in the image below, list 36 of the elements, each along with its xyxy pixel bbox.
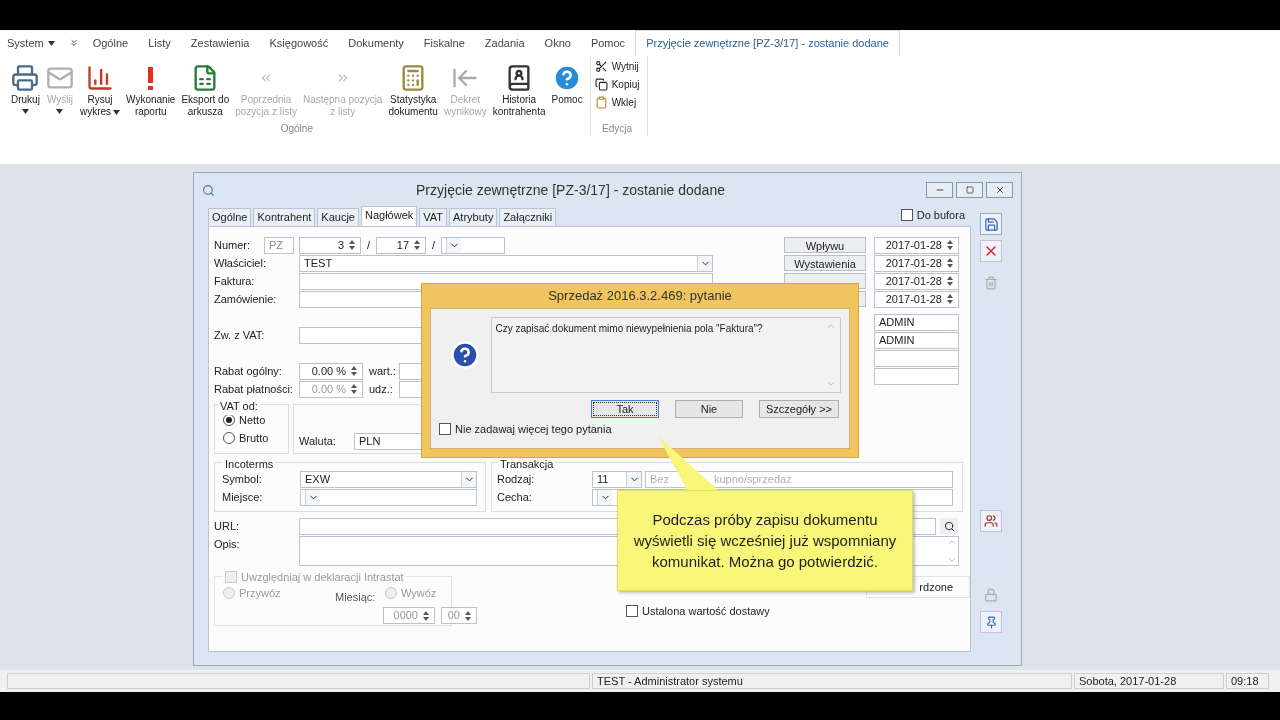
checkbox-label: Ustalona wartość dostawy	[642, 604, 770, 619]
field-label: Właściciel:	[214, 255, 267, 271]
field-label: wart.:	[369, 363, 397, 379]
field-label: Symbol:	[222, 471, 263, 487]
checkbox-label: Do bufora	[916, 207, 965, 223]
field-label: Rabat ogólny:	[214, 363, 283, 379]
field-label: Numer:	[214, 237, 252, 253]
callout-text: Podczas próby zapisu dokumentu wyświetli się wcześniej już wspomniany komunikat. Można go potwierdzić.	[632, 510, 898, 572]
checkbox-label: rdzone	[919, 579, 953, 595]
dialog-title: Sprzedaż 2016.3.2.469: pytanie	[548, 287, 732, 306]
field-label: Zw. z VAT:	[214, 327, 266, 343]
field-label: Rabat płatności:	[214, 381, 294, 397]
checkbox-label: Uwzględniaj w deklaracji Intrastat	[241, 570, 404, 585]
field-label: Faktura:	[214, 273, 256, 289]
radio-label: Brutto	[239, 430, 269, 446]
field-label: Opis:	[214, 537, 241, 552]
field-label: Miesiąc:	[335, 590, 376, 605]
separator: /	[367, 237, 371, 253]
field-label: Rodzaj:	[497, 471, 536, 487]
group-label: Ogólne	[279, 122, 314, 136]
field-label: URL:	[214, 518, 241, 534]
field-label: udz.:	[369, 381, 394, 397]
group-label: Edycja	[601, 122, 634, 136]
field-label: Zamówienie:	[214, 291, 278, 307]
status-time: 09:18	[1226, 673, 1269, 689]
message-box: Czy zapisać dokument mimo niewypełnienia pola "Faktura"?	[491, 317, 841, 393]
field-label: Waluta:	[299, 434, 337, 450]
separator: /	[432, 237, 436, 253]
field-label: Miejsce:	[222, 489, 264, 505]
status-date: Sobota, 2017-01-28	[1074, 673, 1224, 689]
status-user: TEST - Administrator systemu	[592, 673, 1072, 689]
window-title: Przyjęcie zewnętrzne [PZ-3/17] - zostanie dodane	[416, 180, 725, 200]
radio-label: Wywóz	[401, 586, 437, 601]
radio-label: Przywóz	[239, 586, 281, 601]
radio-label: Netto	[239, 412, 266, 428]
field-label: Cecha:	[497, 489, 533, 505]
